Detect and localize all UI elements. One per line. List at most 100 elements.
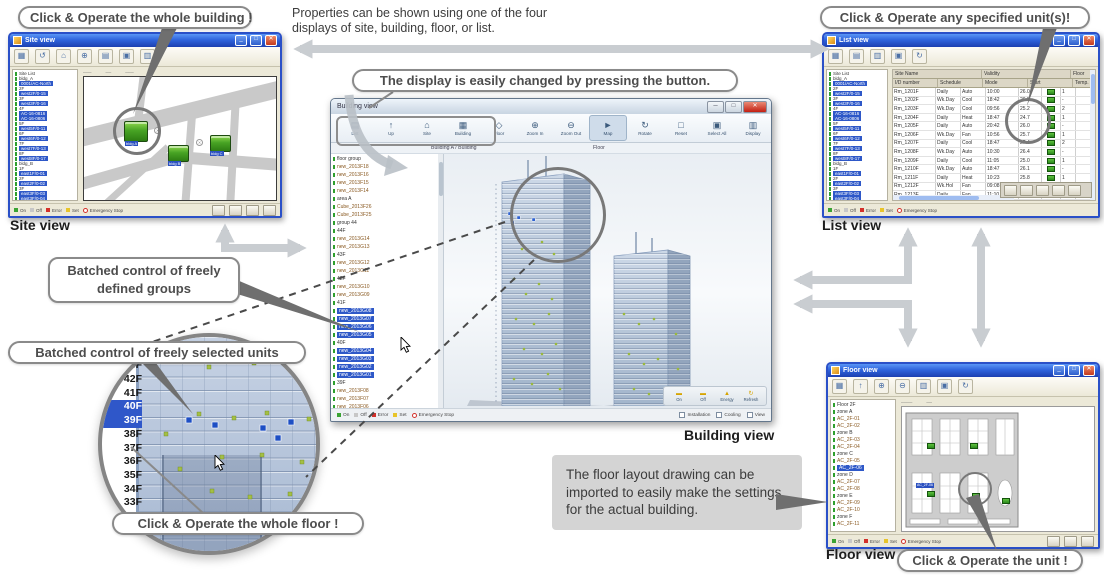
toolbar-button[interactable]: ⊕ Zoom In: [517, 116, 553, 140]
panel-button[interactable]: [1036, 185, 1049, 196]
toolbar-button[interactable]: ▦ Building: [445, 116, 481, 140]
table-row[interactable]: Rm_1205F Daily Auto 20:42 26.0 -: [893, 122, 1095, 131]
quick-action-button[interactable]: ▬ On: [668, 391, 690, 402]
filter-checkbox[interactable]: Installation: [679, 412, 710, 418]
mini-button[interactable]: [229, 205, 242, 216]
floor-label[interactable]: 42F: [102, 373, 142, 387]
tree-item[interactable]: new_2013G12: [331, 259, 443, 267]
column-header[interactable]: Mode: [983, 79, 1028, 87]
tree-item[interactable]: 43F: [331, 251, 443, 259]
maximize-button[interactable]: □: [1068, 35, 1080, 46]
maximize-button[interactable]: □: [725, 101, 742, 113]
tree-item[interactable]: new_2013F06: [331, 403, 443, 408]
list-window-titlebar[interactable]: List view _ □ ✕: [824, 34, 1098, 47]
tree-item[interactable]: new_2013G13: [331, 243, 443, 251]
mini-button[interactable]: [1047, 536, 1060, 547]
home-icon[interactable]: ⌂: [56, 49, 71, 64]
tree-item[interactable]: zone E: [831, 492, 895, 499]
mini-button[interactable]: [263, 205, 276, 216]
mini-button[interactable]: [1064, 536, 1077, 547]
tree-item[interactable]: new_2013G08: [331, 307, 443, 315]
tree-item[interactable]: AC_2F-09: [831, 499, 895, 506]
quick-action-button[interactable]: ↻ Refresh: [740, 391, 762, 402]
toolbar-button[interactable]: ⊖ Zoom Out: [553, 116, 589, 140]
tree-item[interactable]: 40F: [331, 339, 443, 347]
tree-item[interactable]: AC_2F-11: [831, 520, 895, 527]
toolbar-button[interactable]: ▣ Select All: [699, 116, 735, 140]
minimize-button[interactable]: ─: [707, 101, 724, 113]
floor-label[interactable]: 41F: [102, 387, 142, 401]
tree-item[interactable]: new_2013F08: [331, 387, 443, 395]
table-row[interactable]: Rm_1207F Daily Cool 18:47 27.4 2: [893, 140, 1095, 149]
select-icon[interactable]: ▣: [119, 49, 134, 64]
column-header[interactable]: Validity: [982, 70, 1071, 78]
building-3d-view[interactable]: ▬ On ▬ Off ▲ Energy: [444, 154, 771, 408]
tree-item[interactable]: zone C: [831, 450, 895, 457]
tree-item[interactable]: new_2013G10: [331, 283, 443, 291]
select-icon[interactable]: ▣: [937, 379, 952, 394]
column-header[interactable]: Site Name: [893, 70, 982, 78]
select-all-icon[interactable]: ▣: [891, 49, 906, 64]
building-icon-b[interactable]: [168, 145, 189, 162]
toolbar-button[interactable]: □ Reset: [663, 116, 699, 140]
table-row[interactable]: Rm_1204F Daily Heat 18:47 24.7 1: [893, 114, 1095, 123]
tree-item[interactable]: area A: [331, 195, 443, 203]
tree-item[interactable]: 41F: [331, 299, 443, 307]
grid-icon[interactable]: ▦: [828, 49, 843, 64]
filter-checkbox[interactable]: View: [747, 412, 765, 418]
floor-label[interactable]: 39F: [102, 414, 142, 428]
tree-item[interactable]: 39F: [331, 379, 443, 387]
floor-label[interactable]: 35F: [102, 469, 142, 483]
table-row[interactable]: Rm_1203F Wk.Day Cool 09:56 25.2 2: [893, 105, 1095, 114]
tree-item[interactable]: Floor 2F: [831, 401, 895, 408]
table-row[interactable]: Rm_1206F Wk.Day Fan 10:56 25.7 1: [893, 131, 1095, 140]
tree-item[interactable]: floor group: [331, 155, 443, 163]
zoom-icon[interactable]: ⊕: [77, 49, 92, 64]
toolbar-button[interactable]: ► Map: [589, 115, 627, 141]
close-button[interactable]: ✕: [265, 35, 277, 46]
unit-icon[interactable]: [927, 443, 935, 449]
tree-item[interactable]: east3F/0-04: [827, 196, 887, 201]
back-icon[interactable]: ↺: [35, 49, 50, 64]
tree-item[interactable]: new_2013G03: [331, 355, 443, 363]
toolbar-button[interactable]: ↻ Rotate: [627, 116, 663, 140]
layers-icon[interactable]: ▤: [98, 49, 113, 64]
minimize-button[interactable]: _: [1053, 365, 1065, 376]
copy-icon[interactable]: ▥: [870, 49, 885, 64]
unit-icon[interactable]: [1002, 498, 1010, 504]
unit-icon[interactable]: [970, 443, 978, 449]
tree-item[interactable]: zone A: [831, 408, 895, 415]
column-header[interactable]: Start: [1028, 79, 1073, 87]
grid-icon[interactable]: ▦: [832, 379, 847, 394]
refresh-icon[interactable]: ↻: [958, 379, 973, 394]
tree-item[interactable]: AC_2F-04: [831, 443, 895, 450]
tree-item[interactable]: Cube_2013F25: [331, 211, 443, 219]
tree-item[interactable]: AC_2F-10: [831, 506, 895, 513]
list-icon[interactable]: ▤: [849, 49, 864, 64]
tree-item[interactable]: AC_2F-07: [831, 478, 895, 485]
refresh-icon[interactable]: ↻: [912, 49, 927, 64]
tree-item[interactable]: new_2013G01: [331, 371, 443, 379]
maximize-button[interactable]: □: [1068, 365, 1080, 376]
table-row[interactable]: Rm_1202F Wk.Day Cool 18:42 26.5 -: [893, 97, 1095, 106]
toolbar-button[interactable]: ↑ Up: [373, 116, 409, 140]
tree-item[interactable]: new_2013G04: [331, 347, 443, 355]
close-button[interactable]: ✕: [743, 101, 767, 113]
tree-item[interactable]: AC_2F-02: [831, 422, 895, 429]
vertical-scrollbar[interactable]: [1090, 70, 1095, 200]
tree-item[interactable]: new_2013G05: [331, 331, 443, 339]
close-button[interactable]: ✕: [1083, 35, 1095, 46]
tree-item[interactable]: new_2013F16: [331, 171, 443, 179]
toolbar-button[interactable]: ▤ List: [337, 116, 373, 140]
quick-action-button[interactable]: ▬ Off: [692, 391, 714, 402]
toolbar-button[interactable]: ⌂ Site: [409, 116, 445, 140]
toolbar-button[interactable]: ◇ Floor: [481, 116, 517, 140]
toolbar-button[interactable]: ▥ Display: [735, 116, 771, 140]
table-row[interactable]: Rm_1201F Daily Auto 10:00 26.0 1: [893, 88, 1095, 97]
mini-button[interactable]: [1081, 536, 1094, 547]
panel-button[interactable]: [1068, 185, 1081, 196]
tree-item[interactable]: zone B: [831, 429, 895, 436]
tree-item[interactable]: AC_2F-01: [831, 415, 895, 422]
tree-item[interactable]: new_2013G06: [331, 323, 443, 331]
floor-plan[interactable]: AC_2F-06: [901, 406, 1095, 532]
